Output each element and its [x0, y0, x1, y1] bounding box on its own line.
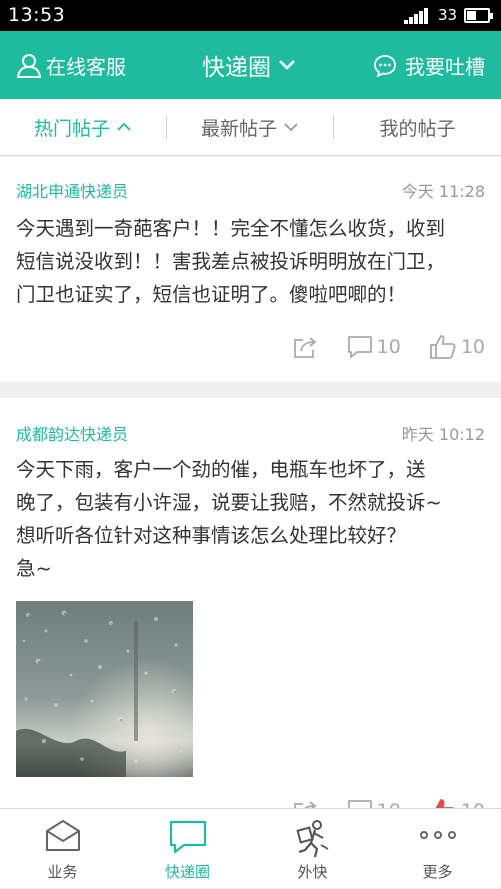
nav-more[interactable]: 更多	[375, 809, 501, 889]
circle-switcher[interactable]: 快递圈	[202, 48, 297, 82]
tab-latest-label: 最新帖子	[200, 117, 277, 140]
post-line: 想听听各位针对这种事情该怎么处理比较好？	[16, 524, 407, 547]
more-dots-icon	[420, 831, 456, 839]
share-button[interactable]	[293, 799, 319, 808]
post-actions: 10 10	[265, 334, 485, 360]
chevron-down-icon	[284, 123, 298, 132]
post-content: 今天遇到一奇葩客户！！完全不懂怎么收货，收到 短信说没收到！！害我差点被投诉明明…	[16, 212, 491, 311]
tab-latest-posts[interactable]: 最新帖子	[167, 99, 333, 155]
comment-count: 10	[377, 800, 401, 808]
comment-icon	[347, 800, 372, 808]
nav-business[interactable]: 业务	[0, 809, 125, 889]
status-bar: 13:53 33	[0, 0, 501, 31]
like-count: 10	[461, 800, 485, 808]
tab-my-label: 我的帖子	[379, 117, 456, 140]
signal-icon	[404, 8, 430, 24]
chevron-up-icon	[117, 122, 131, 131]
comment-button[interactable]: 10	[347, 335, 401, 359]
nav-extra-income-label: 外快	[297, 863, 328, 881]
post-time: 昨天 10:12	[401, 425, 485, 444]
bottom-nav: 业务 快递圈 外快 更多	[0, 808, 501, 888]
post-photo[interactable]	[16, 601, 193, 777]
tab-hot-label: 热门帖子	[33, 117, 110, 140]
share-icon	[293, 801, 317, 808]
post-author[interactable]: 湖北申通快递员	[16, 178, 128, 202]
nav-business-label: 业务	[47, 863, 78, 881]
comment-button[interactable]: 10	[347, 799, 401, 808]
nav-express-circle-label: 快递圈	[164, 863, 210, 881]
post-content: 今天下雨，客户一个劲的催，电瓶车也坏了，送 晚了，包装有小许湿，说要让我赔，不然…	[16, 453, 491, 585]
tab-hot-posts[interactable]: 热门帖子	[0, 99, 166, 155]
nav-more-label: 更多	[422, 863, 453, 881]
page-title: 快递圈	[202, 55, 271, 81]
nav-extra-income[interactable]: 外快	[250, 809, 375, 889]
chevron-down-icon	[279, 60, 295, 70]
post-tabs: 热门帖子 最新帖子 我的帖子	[0, 99, 501, 156]
nav-express-circle[interactable]: 快递圈	[125, 809, 250, 889]
like-count: 10	[460, 336, 485, 358]
post-line: 门卫也证实了，短信也证明了。傻啦吧唧的！	[16, 283, 407, 306]
chat-bubble-icon	[169, 820, 206, 854]
post-complaint-button[interactable]: 我要吐槽	[373, 51, 485, 80]
online-service-label: 在线客服	[46, 55, 126, 79]
rainy-window-image	[16, 601, 193, 777]
post-line: 今天遇到一奇葩客户！！完全不懂怎么收货，收到	[16, 217, 446, 240]
thumbs-up-icon	[435, 799, 455, 808]
post-line: 晚了，包装有小许湿，说要让我赔，不然就投诉~	[16, 491, 442, 514]
battery-icon	[464, 8, 493, 23]
post-complaint-label: 我要吐槽	[405, 55, 485, 79]
like-button[interactable]: 10	[429, 334, 485, 360]
status-time: 13:53	[8, 4, 66, 26]
comment-count: 10	[376, 336, 401, 358]
battery-level: 33	[438, 6, 458, 24]
tab-my-posts[interactable]: 我的帖子	[334, 99, 501, 155]
online-service-button[interactable]: 在线客服	[16, 51, 126, 80]
courier-runner-icon	[295, 820, 328, 858]
post-time: 今天 11:28	[401, 182, 485, 201]
comment-icon	[347, 336, 372, 358]
post-card[interactable]: 成都韵达快递员 昨天 10:12 今天下雨，客户一个劲的催，电瓶车也坏了，送 晚…	[0, 398, 501, 808]
thumbs-up-icon	[429, 335, 456, 359]
speech-bubble-icon	[374, 54, 396, 78]
post-author[interactable]: 成都韵达快递员	[16, 421, 128, 445]
share-icon	[293, 337, 317, 358]
post-line: 短信说没收到！！害我差点被投诉明明放在门卫，	[16, 250, 446, 273]
person-icon	[17, 53, 41, 78]
envelope-icon	[45, 820, 80, 851]
post-line: 今天下雨，客户一个劲的催，电瓶车也坏了，送	[16, 458, 426, 481]
post-card[interactable]: 湖北申通快递员 今天 11:28 今天遇到一奇葩客户！！完全不懂怎么收货，收到 …	[0, 157, 501, 382]
like-button[interactable]: 10	[429, 798, 485, 808]
share-button[interactable]	[293, 335, 319, 359]
app-header: 在线客服 快递圈 我要吐槽	[0, 31, 501, 99]
post-actions: 10 10	[265, 798, 485, 808]
post-line: 急~	[16, 557, 52, 580]
